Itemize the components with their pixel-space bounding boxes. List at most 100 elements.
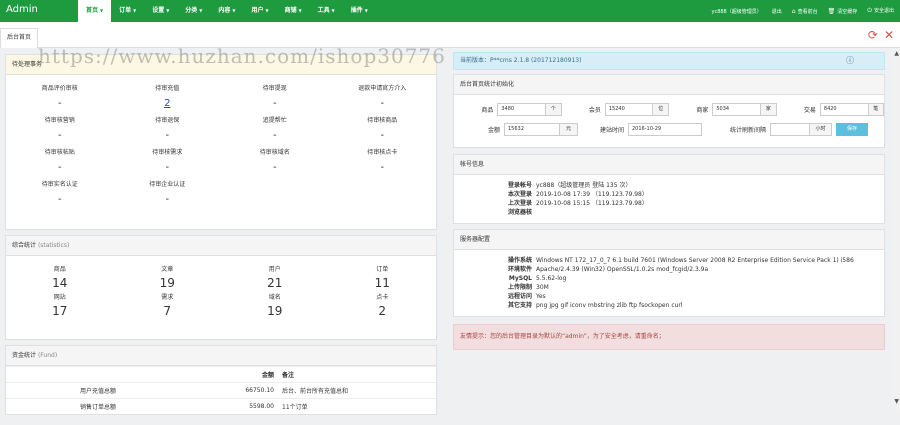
field-label: 商家 bbox=[696, 106, 709, 114]
refresh-icon[interactable]: ⟳ bbox=[868, 28, 878, 42]
logout-link[interactable]: 退出 bbox=[772, 8, 782, 15]
info-row: 上次登录 2019-10-08 15:15 （119.123.79.98） bbox=[454, 199, 884, 208]
close-icon[interactable]: ✕ bbox=[884, 28, 894, 42]
pending-item[interactable]: 待审充值 2 bbox=[114, 79, 222, 111]
refresh-interval-input[interactable] bbox=[770, 122, 810, 136]
top-navbar: Admin 首页 ▼ 订单 ▼ 设置 ▼ 分类 ▼ 内容 ▼ 用户 ▼ 商铺 ▼ 工具 ▼ 插件… bbox=[0, 0, 900, 22]
statistics-grid: 商品 14 文章 19 用户 21 订单 11 网站 17 需求 7 域名 19 点卡 2 bbox=[6, 256, 436, 318]
info-row: 操作系统 Windows NT 172_17_0_7 6.1 build 7601… bbox=[454, 256, 884, 265]
pending-item[interactable]: 待审核帖贴 - bbox=[6, 143, 114, 175]
item-value: - bbox=[380, 98, 385, 109]
nav-label: 首页 bbox=[86, 7, 99, 14]
info-key: MySQL bbox=[508, 275, 532, 282]
safe-logout-link[interactable]: ⏻ 安全退出 bbox=[867, 7, 894, 15]
item-label: 待审提现 bbox=[262, 85, 287, 92]
merchant-count-input[interactable]: 5034 bbox=[712, 102, 761, 116]
pending-item[interactable]: 退款申请官方介入 - bbox=[329, 79, 437, 111]
info-icon[interactable]: ⓘ bbox=[846, 55, 854, 66]
goods-count-input[interactable]: 3480 bbox=[497, 102, 546, 116]
item-value: - bbox=[272, 130, 277, 141]
info-key: 操作系统 bbox=[507, 257, 532, 264]
form-row: 金额 15632 元 建站时间 2016-10-29 统计刷新间隔 小时 保存 bbox=[454, 119, 884, 139]
init-panel: 后台首页统计初始化 商品 3480 个 会员 15240 位 商家 5034 家… bbox=[453, 74, 885, 148]
pending-item[interactable]: 追提帮忙 - bbox=[221, 111, 329, 143]
save-button[interactable]: 保存 bbox=[836, 122, 868, 136]
nav-item-tools[interactable]: 工具 ▼ bbox=[310, 0, 343, 22]
tab-home[interactable]: 后台首页 bbox=[0, 28, 39, 48]
item-label: 待审核需求 bbox=[152, 149, 183, 156]
pending-panel: 待处理事务 商品评价审核 - 待审充值 2 待审提现 - 退款申请官方介入 - 待审核营… bbox=[5, 54, 437, 230]
nav-item-users[interactable]: 用户 ▼ bbox=[243, 0, 276, 22]
chevron-down-icon: ▼ bbox=[100, 8, 104, 13]
item-label: 待审企业认证 bbox=[149, 181, 186, 188]
nav-label: 工具 bbox=[317, 7, 330, 14]
form-row: 商品 3480 个 会员 15240 位 商家 5034 家 交易 8420 笔 bbox=[454, 99, 885, 119]
pending-grid: 商品评价审核 - 待审充值 2 待审提现 - 退款申请官方介入 - 待审核营销 - 待审退… bbox=[6, 75, 436, 207]
stat-value: 19 bbox=[159, 276, 175, 290]
table-row: 销售订单总额 5598.00 11个订单 bbox=[6, 398, 436, 415]
field-label: 金额 bbox=[487, 126, 500, 134]
stat-label: 点卡 bbox=[376, 294, 389, 301]
account-panel-title: 帐号信息 bbox=[454, 155, 884, 175]
info-key: 其它支持 bbox=[507, 302, 532, 309]
field-addon: 小时 bbox=[810, 122, 832, 136]
table-header-row: 金额 备注 bbox=[6, 366, 436, 383]
server-panel: 服务器配置 操作系统 Windows NT 172_17_0_7 6.1 buil… bbox=[453, 229, 885, 317]
nav-item-shops[interactable]: 商铺 ▼ bbox=[277, 0, 310, 22]
pending-item[interactable]: 待审实名认证 - bbox=[6, 175, 114, 207]
trade-count-input[interactable]: 8420 bbox=[819, 102, 869, 116]
nav-item-settings[interactable]: 设置 ▼ bbox=[144, 0, 177, 22]
info-value: Windows NT 172_17_0_7 6.1 build 7601 (Wi… bbox=[536, 257, 854, 264]
stat-item: 点卡 2 bbox=[329, 290, 437, 318]
member-count-input[interactable]: 15240 bbox=[604, 102, 654, 116]
item-value-link[interactable]: 2 bbox=[114, 98, 222, 109]
table-cell: 66750.10 bbox=[236, 382, 278, 399]
nav-label: 商铺 bbox=[284, 7, 297, 14]
item-value: - bbox=[165, 162, 170, 173]
item-label: 待审核域名 bbox=[259, 149, 290, 156]
nav-item-home[interactable]: 首页 ▼ bbox=[78, 0, 112, 22]
tab-bar: 后台首页 ⟳ ✕ bbox=[0, 22, 900, 48]
item-value: - bbox=[380, 162, 385, 173]
nav-item-orders[interactable]: 订单 ▼ bbox=[111, 0, 144, 22]
info-value: Yes bbox=[536, 293, 546, 300]
chevron-down-icon[interactable]: ▼ bbox=[894, 398, 899, 405]
pending-item[interactable]: 待审核营销 - bbox=[6, 111, 114, 143]
pending-item[interactable]: 待审退保 - bbox=[114, 111, 222, 143]
stat-value: 19 bbox=[267, 304, 283, 318]
brand-logo[interactable]: Admin bbox=[6, 4, 38, 15]
pending-panel-title: 待处理事务 bbox=[6, 55, 436, 75]
statistics-panel: 综合统计 (statistics) 商品 14 文章 19 用户 21 订单 11 网站… bbox=[5, 235, 437, 340]
clear-cache-link[interactable]: 🗑 清空缓存 bbox=[828, 8, 858, 15]
info-key: 环境软件 bbox=[507, 266, 532, 273]
nav-label: 插件 bbox=[350, 7, 363, 14]
info-value: 5.5.62-log bbox=[536, 275, 567, 282]
pending-item[interactable]: 待审核点卡 - bbox=[329, 143, 437, 175]
item-value: - bbox=[272, 162, 277, 173]
stat-item: 域名 19 bbox=[221, 290, 329, 318]
pending-item[interactable]: 待审核商品 - bbox=[329, 111, 437, 143]
pending-item[interactable]: 待审核需求 - bbox=[114, 143, 222, 175]
pending-item[interactable]: 待审提现 - bbox=[221, 79, 329, 111]
amount-input[interactable]: 15632 bbox=[504, 122, 560, 136]
scrollbar[interactable] bbox=[892, 48, 900, 413]
item-label: 追提帮忙 bbox=[262, 117, 287, 124]
pending-item[interactable]: 待审核域名 - bbox=[221, 143, 329, 175]
stat-label: 域名 bbox=[268, 294, 281, 301]
info-row: 远程访问 Yes bbox=[454, 292, 884, 301]
pending-item[interactable]: 待审企业认证 - bbox=[114, 175, 222, 207]
stat-label: 需求 bbox=[161, 294, 174, 301]
info-row: 浏览器核 bbox=[454, 208, 884, 217]
table-cell: 后台、前台所有充值总和 bbox=[278, 382, 436, 399]
chevron-down-icon: ▼ bbox=[265, 8, 269, 13]
site-date-input[interactable]: 2016-10-29 bbox=[628, 122, 702, 136]
nav-item-plugins[interactable]: 插件 ▼ bbox=[343, 0, 376, 22]
view-frontend-link[interactable]: ⌂ 查看前台 bbox=[792, 8, 818, 15]
chevron-up-icon[interactable]: ▲ bbox=[894, 50, 899, 57]
version-text: 当前版本：P**cms 2.1.8 (201712180913) bbox=[460, 57, 582, 64]
nav-item-content[interactable]: 内容 ▼ bbox=[210, 0, 243, 22]
item-label: 待审实名认证 bbox=[41, 181, 78, 188]
chevron-down-icon: ▼ bbox=[331, 8, 335, 13]
pending-item[interactable]: 商品评价审核 - bbox=[6, 79, 114, 111]
nav-item-category[interactable]: 分类 ▼ bbox=[177, 0, 210, 22]
